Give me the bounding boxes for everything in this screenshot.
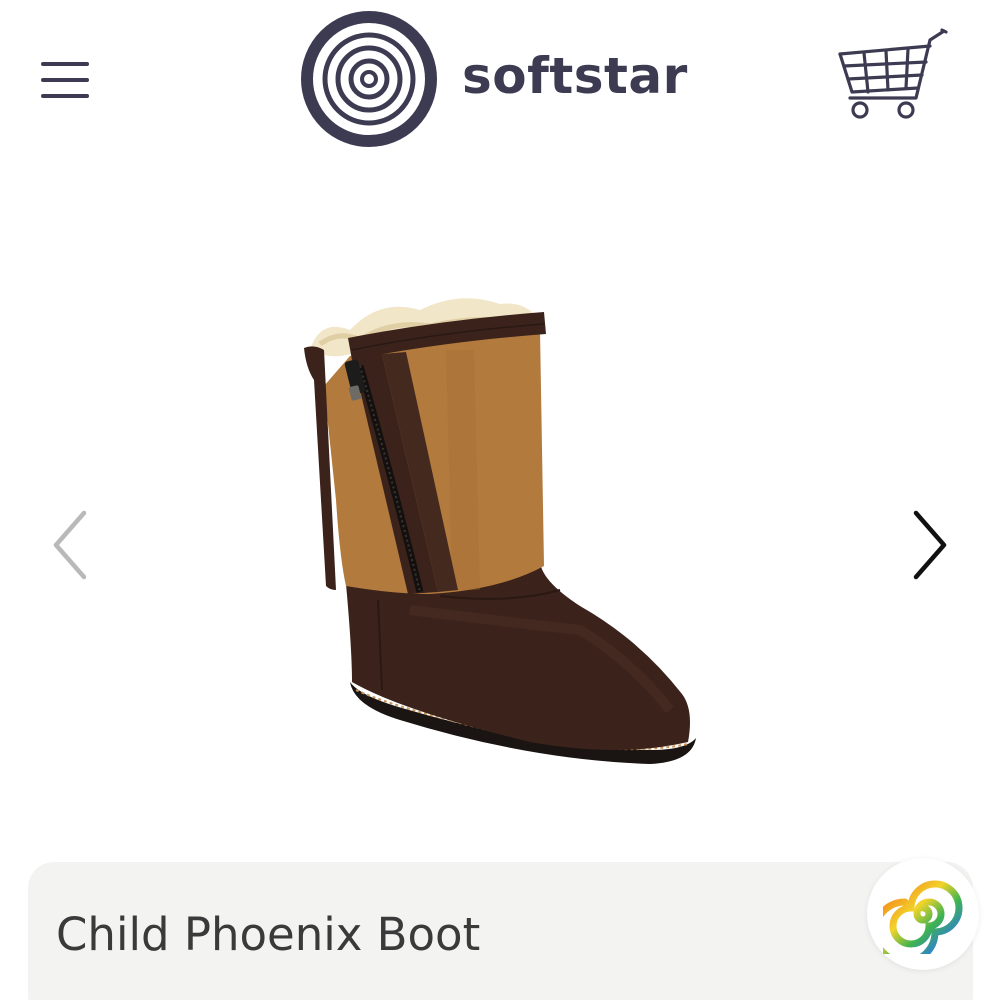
hamburger-menu-icon-bar	[41, 94, 89, 98]
rainbow-spiral-icon	[883, 880, 963, 954]
product-image-child-phoenix-boot[interactable]	[290, 290, 710, 810]
chevron-left-icon[interactable]	[40, 505, 100, 585]
concentric-circles-logo-icon	[299, 9, 439, 149]
site-logo[interactable]: softstar	[296, 6, 688, 152]
shopping-cart-icon[interactable]	[830, 22, 954, 126]
menu-button[interactable]	[30, 50, 100, 110]
chevron-right-icon[interactable]	[900, 505, 960, 585]
product-info-card: Child Phoenix Boot	[28, 862, 973, 1000]
product-title: Child Phoenix Boot	[56, 908, 481, 961]
logo-wordmark: softstar	[462, 47, 688, 105]
product-page: softstar Child Phoenix Boot	[0, 0, 1000, 1000]
rainbow-spiral-button[interactable]	[867, 858, 979, 970]
hamburger-menu-icon-bar	[41, 78, 89, 82]
product-image-carousel	[0, 160, 1000, 850]
site-header: softstar	[0, 0, 1000, 160]
hamburger-menu-icon	[41, 62, 89, 66]
